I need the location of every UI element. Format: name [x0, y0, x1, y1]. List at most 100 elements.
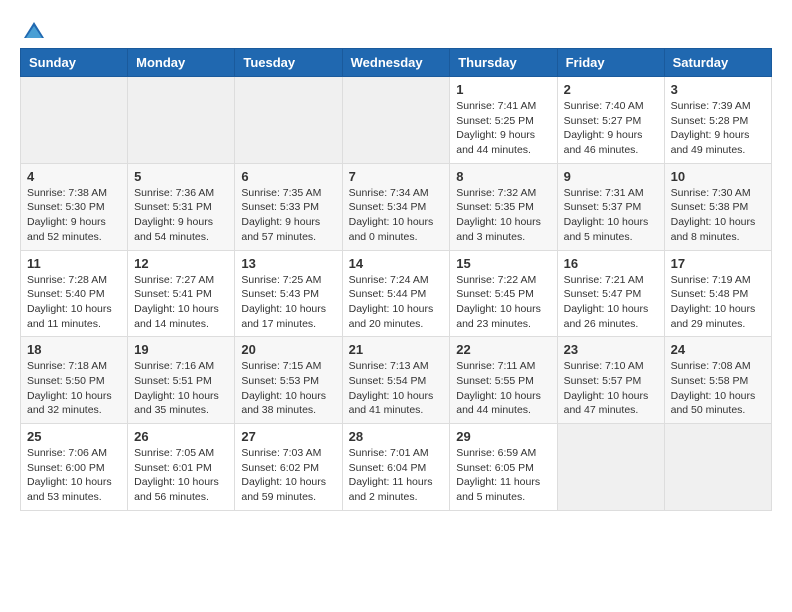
calendar-table: SundayMondayTuesdayWednesdayThursdayFrid… — [20, 48, 772, 511]
calendar-cell: 9Sunrise: 7:31 AM Sunset: 5:37 PM Daylig… — [557, 163, 664, 250]
day-number: 6 — [241, 169, 335, 184]
day-info: Sunrise: 7:28 AM Sunset: 5:40 PM Dayligh… — [27, 273, 121, 332]
day-info: Sunrise: 7:13 AM Sunset: 5:54 PM Dayligh… — [349, 359, 444, 418]
calendar-week-5: 25Sunrise: 7:06 AM Sunset: 6:00 PM Dayli… — [21, 424, 772, 511]
calendar-header-row: SundayMondayTuesdayWednesdayThursdayFrid… — [21, 49, 772, 77]
day-info: Sunrise: 7:30 AM Sunset: 5:38 PM Dayligh… — [671, 186, 765, 245]
calendar-cell: 28 Sunrise: 7:01 AM Sunset: 6:04 PM Dayli… — [342, 424, 450, 511]
day-number: 17 — [671, 256, 765, 271]
day-info: Sunrise: 7:32 AM Sunset: 5:35 PM Dayligh… — [456, 186, 550, 245]
day-info: Sunrise: 7:27 AM Sunset: 5:41 PM Dayligh… — [134, 273, 228, 332]
calendar-cell: 22 Sunrise: 7:11 AM Sunset: 5:55 PM Dayli… — [450, 337, 557, 424]
day-info: Sunrise: 7:18 AM Sunset: 5:50 PM Dayligh… — [27, 359, 121, 418]
calendar-cell: 19 Sunrise: 7:16 AM Sunset: 5:51 PM Dayli… — [128, 337, 235, 424]
day-info: Sunrise: 7:16 AM Sunset: 5:51 PM Dayligh… — [134, 359, 228, 418]
day-info: Sunrise: 7:38 AM Sunset: 5:30 PM Dayligh… — [27, 186, 121, 245]
day-number: 8 — [456, 169, 550, 184]
calendar-cell: 8 Sunrise: 7:32 AM Sunset: 5:35 PM Daylig… — [450, 163, 557, 250]
day-info: Sunrise: 7:36 AM Sunset: 5:31 PM Dayligh… — [134, 186, 228, 245]
calendar-cell: 26 Sunrise: 7:05 AM Sunset: 6:01 PM Dayli… — [128, 424, 235, 511]
day-info: Sunrise: 7:22 AM Sunset: 5:45 PM Dayligh… — [456, 273, 550, 332]
day-number: 18 — [27, 342, 121, 357]
day-info: Sunrise: 6:59 AM Sunset: 6:05 PM Dayligh… — [456, 446, 550, 505]
day-number: 11 — [27, 256, 121, 271]
calendar-cell: 13 Sunrise: 7:25 AM Sunset: 5:43 PM Dayli… — [235, 250, 342, 337]
day-number: 12 — [134, 256, 228, 271]
day-info: Sunrise: 7:25 AM Sunset: 5:43 PM Dayligh… — [241, 273, 335, 332]
day-number: 22 — [456, 342, 550, 357]
day-number: 20 — [241, 342, 335, 357]
calendar-cell: 14 Sunrise: 7:24 AM Sunset: 5:44 PM Dayli… — [342, 250, 450, 337]
day-number: 15 — [456, 256, 550, 271]
day-number: 7 — [349, 169, 444, 184]
day-number: 13 — [241, 256, 335, 271]
calendar-cell — [21, 77, 128, 164]
calendar-cell: 25Sunrise: 7:06 AM Sunset: 6:00 PM Dayli… — [21, 424, 128, 511]
day-number: 24 — [671, 342, 765, 357]
day-header-saturday: Saturday — [664, 49, 771, 77]
day-number: 21 — [349, 342, 444, 357]
day-number: 23 — [564, 342, 658, 357]
day-info: Sunrise: 7:19 AM Sunset: 5:48 PM Dayligh… — [671, 273, 765, 332]
day-number: 26 — [134, 429, 228, 444]
calendar-cell: 20Sunrise: 7:15 AM Sunset: 5:53 PM Dayli… — [235, 337, 342, 424]
calendar-cell: 6 Sunrise: 7:35 AM Sunset: 5:33 PM Daylig… — [235, 163, 342, 250]
calendar-cell: 7 Sunrise: 7:34 AM Sunset: 5:34 PM Daylig… — [342, 163, 450, 250]
logo — [20, 20, 46, 38]
calendar-cell: 17 Sunrise: 7:19 AM Sunset: 5:48 PM Dayli… — [664, 250, 771, 337]
calendar-cell: 23 Sunrise: 7:10 AM Sunset: 5:57 PM Dayli… — [557, 337, 664, 424]
calendar-week-1: 1 Sunrise: 7:41 AM Sunset: 5:25 PM Daylig… — [21, 77, 772, 164]
day-info: Sunrise: 7:35 AM Sunset: 5:33 PM Dayligh… — [241, 186, 335, 245]
calendar-cell: 15 Sunrise: 7:22 AM Sunset: 5:45 PM Dayli… — [450, 250, 557, 337]
calendar-cell: 12 Sunrise: 7:27 AM Sunset: 5:41 PM Dayli… — [128, 250, 235, 337]
day-header-sunday: Sunday — [21, 49, 128, 77]
day-info: Sunrise: 7:24 AM Sunset: 5:44 PM Dayligh… — [349, 273, 444, 332]
calendar-cell — [557, 424, 664, 511]
calendar-cell: 29Sunrise: 6:59 AM Sunset: 6:05 PM Dayli… — [450, 424, 557, 511]
day-number: 16 — [564, 256, 658, 271]
calendar-cell: 27 Sunrise: 7:03 AM Sunset: 6:02 PM Dayli… — [235, 424, 342, 511]
calendar-cell: 18 Sunrise: 7:18 AM Sunset: 5:50 PM Dayli… — [21, 337, 128, 424]
calendar-week-4: 18 Sunrise: 7:18 AM Sunset: 5:50 PM Dayli… — [21, 337, 772, 424]
day-number: 2 — [564, 82, 658, 97]
calendar-week-3: 11 Sunrise: 7:28 AM Sunset: 5:40 PM Dayli… — [21, 250, 772, 337]
day-info: Sunrise: 7:10 AM Sunset: 5:57 PM Dayligh… — [564, 359, 658, 418]
day-info: Sunrise: 7:03 AM Sunset: 6:02 PM Dayligh… — [241, 446, 335, 505]
day-info: Sunrise: 7:11 AM Sunset: 5:55 PM Dayligh… — [456, 359, 550, 418]
day-info: Sunrise: 7:40 AM Sunset: 5:27 PM Dayligh… — [564, 99, 658, 158]
calendar-cell — [664, 424, 771, 511]
calendar-cell: 4 Sunrise: 7:38 AM Sunset: 5:30 PM Daylig… — [21, 163, 128, 250]
day-number: 3 — [671, 82, 765, 97]
calendar-cell: 21 Sunrise: 7:13 AM Sunset: 5:54 PM Dayli… — [342, 337, 450, 424]
day-info: Sunrise: 7:01 AM Sunset: 6:04 PM Dayligh… — [349, 446, 444, 505]
calendar-cell: 24Sunrise: 7:08 AM Sunset: 5:58 PM Dayli… — [664, 337, 771, 424]
calendar-cell: 10 Sunrise: 7:30 AM Sunset: 5:38 PM Dayli… — [664, 163, 771, 250]
logo-icon — [22, 20, 46, 44]
calendar-cell: 1 Sunrise: 7:41 AM Sunset: 5:25 PM Daylig… — [450, 77, 557, 164]
day-number: 27 — [241, 429, 335, 444]
day-number: 4 — [27, 169, 121, 184]
calendar-cell: 2 Sunrise: 7:40 AM Sunset: 5:27 PM Daylig… — [557, 77, 664, 164]
day-number: 19 — [134, 342, 228, 357]
day-header-monday: Monday — [128, 49, 235, 77]
calendar-cell: 5Sunrise: 7:36 AM Sunset: 5:31 PM Daylig… — [128, 163, 235, 250]
day-number: 28 — [349, 429, 444, 444]
day-header-tuesday: Tuesday — [235, 49, 342, 77]
calendar-cell: 11 Sunrise: 7:28 AM Sunset: 5:40 PM Dayli… — [21, 250, 128, 337]
page-header — [20, 20, 772, 38]
day-header-wednesday: Wednesday — [342, 49, 450, 77]
day-number: 14 — [349, 256, 444, 271]
day-number: 10 — [671, 169, 765, 184]
day-header-thursday: Thursday — [450, 49, 557, 77]
day-info: Sunrise: 7:39 AM Sunset: 5:28 PM Dayligh… — [671, 99, 765, 158]
day-info: Sunrise: 7:21 AM Sunset: 5:47 PM Dayligh… — [564, 273, 658, 332]
calendar-cell: 16 Sunrise: 7:21 AM Sunset: 5:47 PM Dayli… — [557, 250, 664, 337]
day-number: 1 — [456, 82, 550, 97]
calendar-week-2: 4 Sunrise: 7:38 AM Sunset: 5:30 PM Daylig… — [21, 163, 772, 250]
day-header-friday: Friday — [557, 49, 664, 77]
day-info: Sunrise: 7:05 AM Sunset: 6:01 PM Dayligh… — [134, 446, 228, 505]
day-info: Sunrise: 7:34 AM Sunset: 5:34 PM Dayligh… — [349, 186, 444, 245]
calendar-cell — [128, 77, 235, 164]
calendar-cell — [342, 77, 450, 164]
day-info: Sunrise: 7:41 AM Sunset: 5:25 PM Dayligh… — [456, 99, 550, 158]
